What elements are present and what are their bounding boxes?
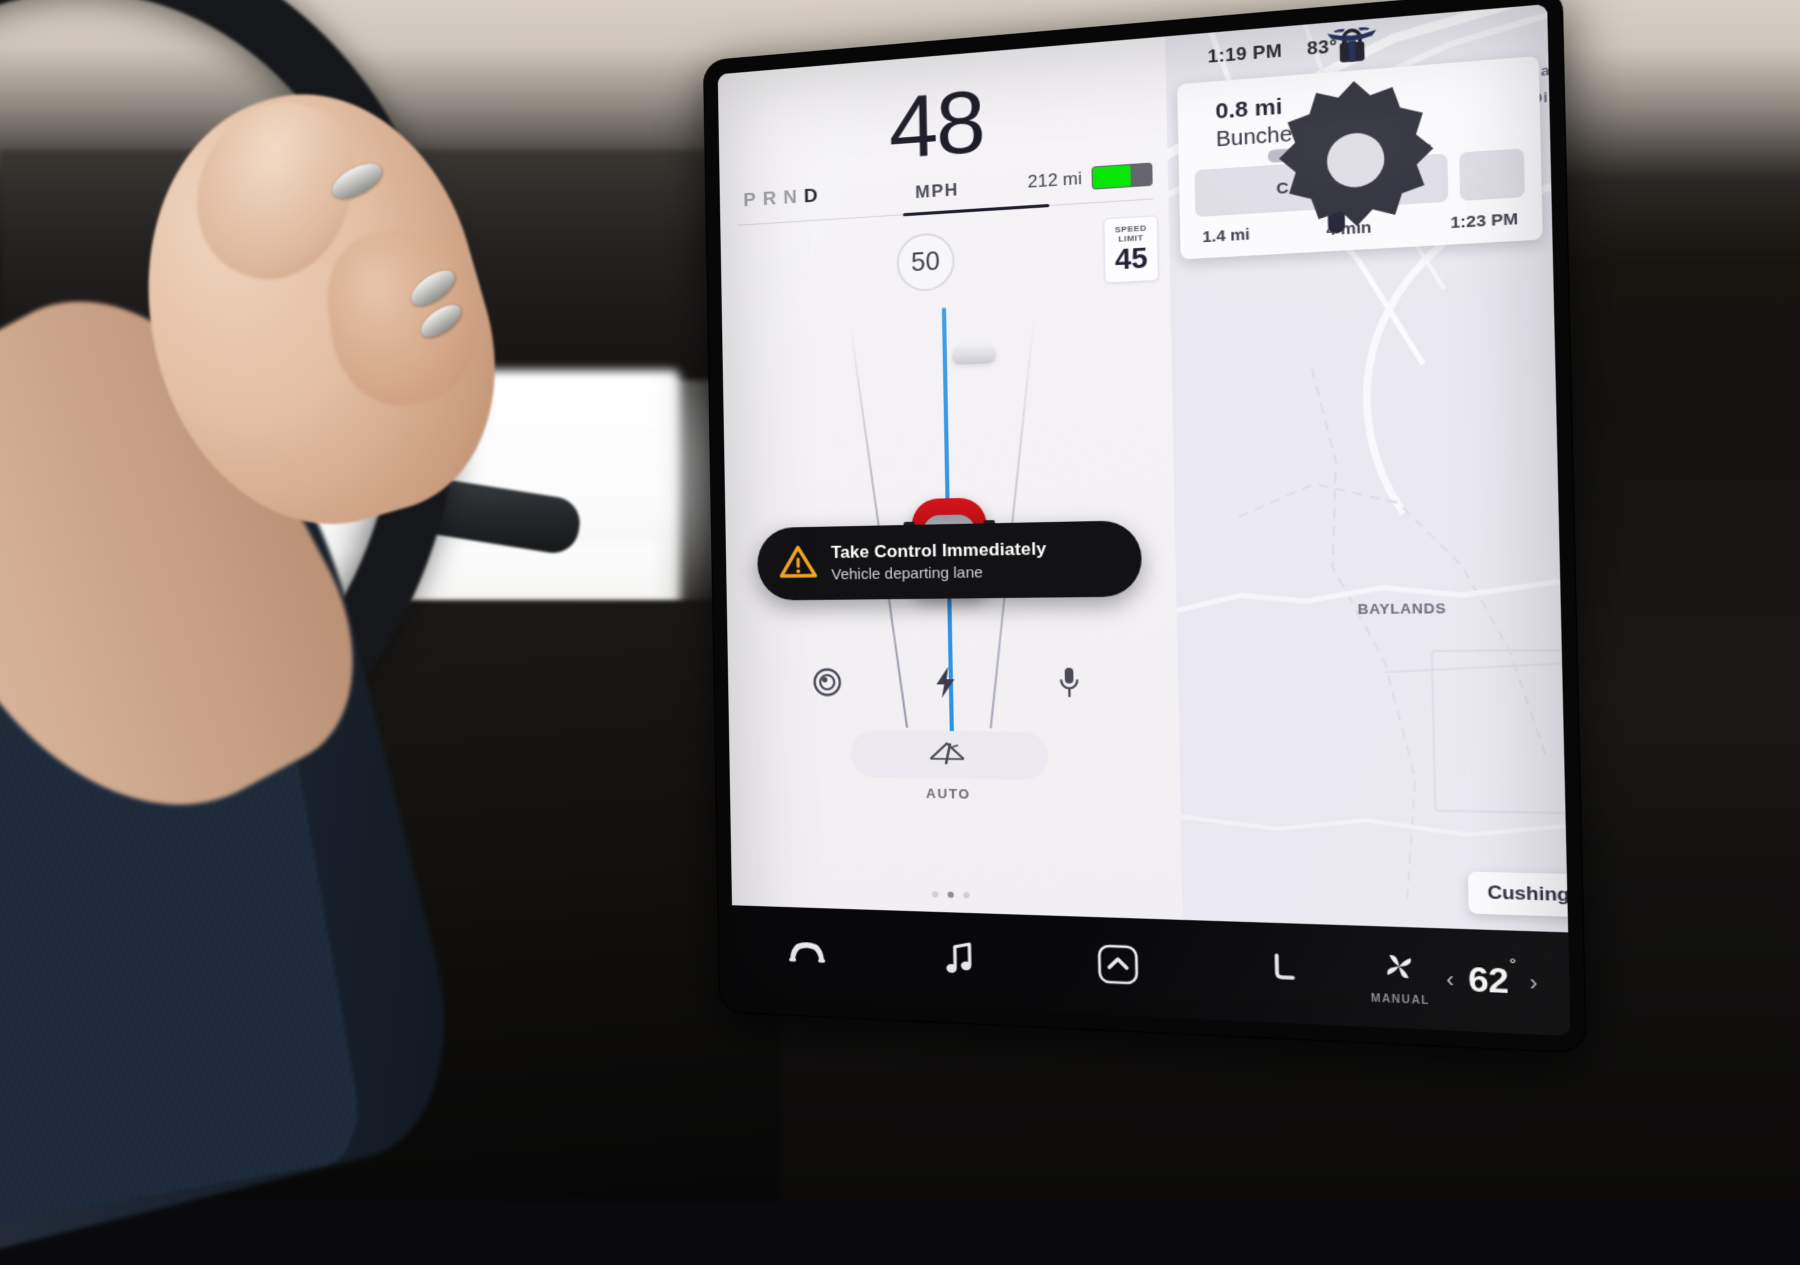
warning-triangle-icon [779,544,818,584]
degree-symbol: ° [1509,955,1516,974]
map-panel[interactable]: Waste Managemen ies Disposal BAYLANDS 1:… [1165,4,1568,932]
fan-control[interactable]: MANUAL [1370,948,1430,1008]
gear-option-n[interactable]: N [783,186,804,209]
center-touchscreen-bezel: 48 MPH PRND 212 mi 50 SPEED LIMIT 45 [704,0,1586,1052]
chevron-right-icon[interactable]: › [1529,970,1538,996]
music-note-icon [943,940,975,982]
range-indicator[interactable]: 212 mi [1027,162,1152,193]
fan-mode-label: MANUAL [1371,993,1431,1008]
gear-option-r[interactable]: R [763,188,784,210]
seat-heater-icon [1269,951,1299,994]
page-dot-active[interactable] [947,892,953,898]
taskbar-item-app-launcher[interactable] [1037,941,1200,993]
fan-icon [1380,948,1418,990]
cabin-temperature-value[interactable]: 62° [1468,960,1516,1002]
wiper-mode-label: AUTO [730,783,1181,806]
page-indicator-dots[interactable] [732,885,1183,905]
cruise-set-speed[interactable]: 50 [896,232,955,293]
wiper-icon [925,738,971,773]
screen-content: 48 MPH PRND 212 mi 50 SPEED LIMIT 45 [718,4,1568,932]
speed-limit-value: 45 [1115,245,1148,275]
drive-panel: 48 MPH PRND 212 mi 50 SPEED LIMIT 45 [718,36,1183,919]
alert-subtitle: Vehicle departing lane [831,563,1047,584]
range-value: 212 mi [1027,168,1082,193]
battery-icon [1091,162,1152,189]
alert-title: Take Control Immediately [831,539,1047,563]
navigation-buttons: CANCEL [1194,149,1525,218]
wiper-control-button[interactable] [850,730,1048,780]
navigation-card[interactable]: 0.8 mi Bunche Dr CANCEL [1177,56,1543,260]
map-poi-card[interactable]: Cushing P [1468,871,1568,918]
detected-vehicle-ahead [952,342,996,365]
page-dot[interactable] [931,891,937,897]
gear-option-d-selected[interactable]: D [804,185,825,208]
takeover-alert-banner[interactable]: Take Control Immediately Vehicle departi… [757,520,1142,600]
taskbar-item-media[interactable] [882,937,1038,984]
header-divider-active [903,204,1049,216]
microphone-icon[interactable] [1047,661,1091,703]
map-label: BAYLANDS [1357,600,1446,617]
taskbar-icons [732,930,1370,1000]
taskbar-item-car[interactable] [732,934,882,975]
gear-option-p[interactable]: P [743,189,763,211]
camera-icon[interactable] [807,662,848,703]
battery-fill [1093,165,1131,189]
page-dot[interactable] [963,892,969,898]
lightning-bolt-icon[interactable] [925,662,967,703]
speed-limit-sign: SPEED LIMIT 45 [1103,215,1159,284]
quick-controls-row [728,661,1179,704]
center-touchscreen: 48 MPH PRND 212 mi 50 SPEED LIMIT 45 [718,4,1571,1036]
climate-control: MANUAL ‹ 62° › [1370,948,1570,1014]
chevron-up-box-icon [1097,943,1139,990]
car-icon [784,936,829,973]
taskbar-item-seat[interactable] [1200,949,1371,998]
navigation-settings-button[interactable] [1459,149,1525,202]
chevron-left-icon[interactable]: ‹ [1446,967,1454,993]
temperature-stepper: ‹ 62° › [1446,959,1538,1003]
